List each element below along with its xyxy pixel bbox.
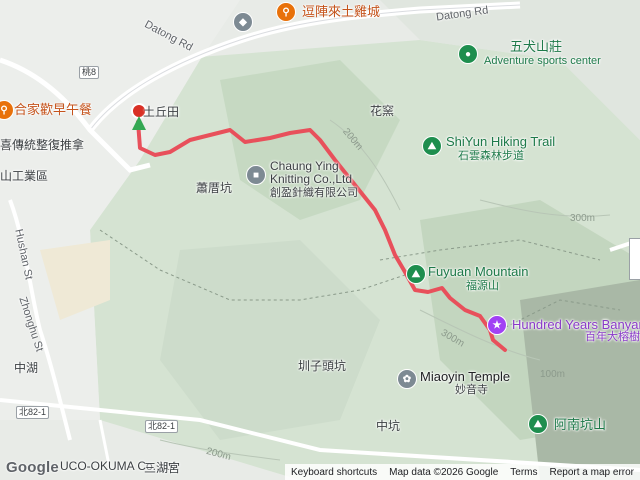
map-layer-button[interactable] bbox=[629, 238, 640, 280]
restaurant-label[interactable]: 逗陣來土雞城 bbox=[302, 5, 380, 18]
route-shield-bei82-1b: 北82-1 bbox=[145, 420, 179, 433]
place-xiaodun: 蕭厝坑 bbox=[196, 181, 233, 195]
miaoyin-label[interactable]: Miaoyin Temple bbox=[420, 370, 510, 383]
restaurant-icon[interactable]: ⚲ bbox=[276, 2, 296, 22]
place-zhonghu: 中湖 bbox=[14, 361, 39, 375]
fuyuan-label[interactable]: Fuyuan Mountain bbox=[428, 265, 528, 278]
keyboard-shortcuts-link[interactable]: Keyboard shortcuts bbox=[285, 467, 383, 478]
wuquan-label[interactable]: 五犬山莊 bbox=[510, 40, 562, 53]
place-zhongkeng: 中坑 bbox=[376, 419, 401, 433]
trail-icon[interactable]: ⛰ bbox=[422, 136, 442, 156]
ankeng-label[interactable]: 阿南坑山 bbox=[554, 418, 606, 431]
adventure-center-icon[interactable]: ● bbox=[458, 44, 478, 64]
banyan-zh-label[interactable]: 百年大榕樹 bbox=[585, 331, 640, 344]
shiyun-label[interactable]: ShiYun Hiking Trail bbox=[446, 135, 555, 148]
place-dugutian: 土丘田 bbox=[143, 105, 180, 119]
company-icon[interactable]: ■ bbox=[246, 165, 266, 185]
place-zhouzitou: 圳子頭坑 bbox=[298, 359, 347, 373]
miaoyin-zh-label[interactable]: 妙音寺 bbox=[455, 384, 488, 397]
map-footer: Keyboard shortcuts Map data ©2026 Google… bbox=[284, 464, 640, 480]
school-icon[interactable]: ◆ bbox=[233, 12, 253, 32]
route-shield-tao8: 桃8 bbox=[79, 66, 100, 79]
google-logo: Google bbox=[6, 459, 59, 476]
map-canvas[interactable]: Datong Rd Datong Rd ◆ ⚲ 逗陣來土雞城 ● 五犬山莊 Ad… bbox=[0, 0, 640, 480]
contour-300a: 300m bbox=[570, 213, 596, 224]
shiyun-zh-label[interactable]: 石雲森林步道 bbox=[458, 150, 524, 163]
terms-link[interactable]: Terms bbox=[504, 467, 543, 478]
peak-icon[interactable]: ⛰ bbox=[528, 414, 548, 434]
breakfast-label[interactable]: 合家歡早午餐 bbox=[14, 103, 92, 116]
massage-label[interactable]: 喜傳統整復推拿 bbox=[0, 139, 84, 152]
chuangying-label[interactable]: Chaung Ying Knitting Co.,Ltd bbox=[270, 160, 380, 186]
contour-100: 100m bbox=[540, 369, 566, 380]
industrial-label: 山工業區 bbox=[0, 169, 49, 183]
route-shield-bei82-1a: 北82-1 bbox=[16, 406, 50, 419]
place-huayao: 花窯 bbox=[370, 104, 395, 118]
fuyuan-zh-label[interactable]: 福源山 bbox=[466, 280, 499, 293]
mountain-icon[interactable]: ⛰ bbox=[406, 264, 426, 284]
bottom-store-label[interactable]: 三湖宮 bbox=[144, 462, 180, 475]
map-data-text: Map data ©2026 Google bbox=[389, 466, 499, 478]
chuangying-zh-label[interactable]: 創盈針織有限公司 bbox=[270, 187, 358, 200]
report-error-link[interactable]: Report a map error bbox=[544, 467, 640, 478]
temple-icon[interactable]: ✿ bbox=[397, 369, 417, 389]
banyan-icon[interactable]: ★ bbox=[487, 315, 507, 335]
banyan-label[interactable]: Hundred Years Banyan bbox=[512, 318, 640, 331]
wuquan-sub-label[interactable]: Adventure sports center bbox=[484, 55, 601, 68]
